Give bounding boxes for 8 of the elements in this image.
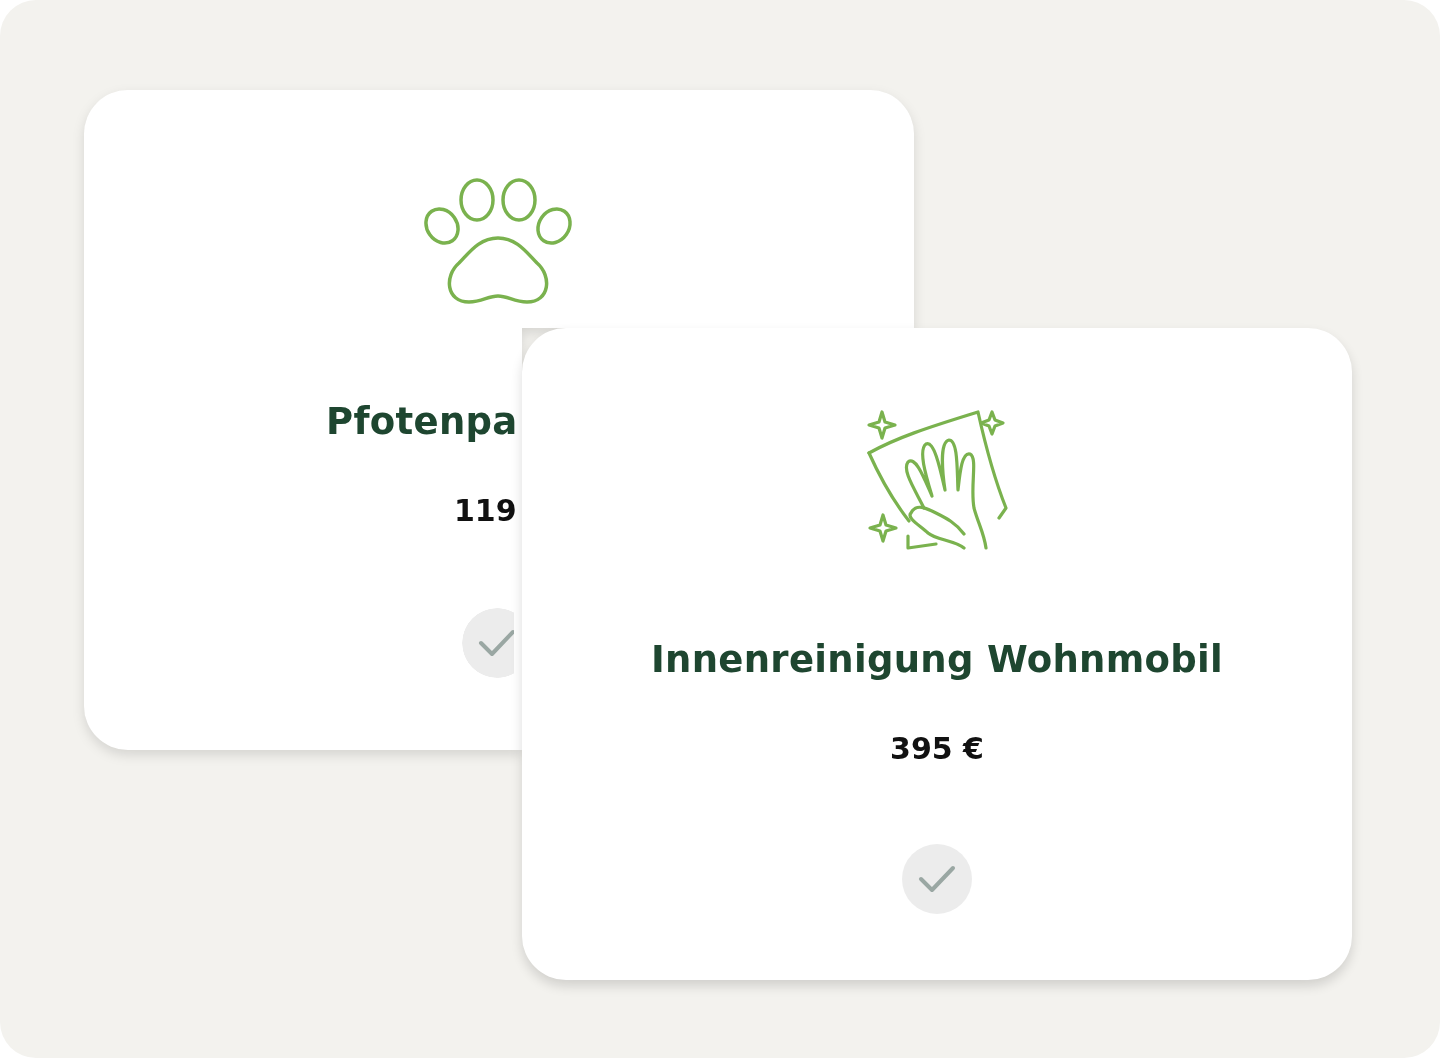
cleaning-hand-icon xyxy=(866,408,1008,550)
service-price: 395 € xyxy=(890,731,984,766)
service-title: Innenreinigung Wohnmobil xyxy=(650,638,1224,681)
paw-icon xyxy=(424,178,574,306)
service-card[interactable]: Innenreinigung Wohnmobil 395 € xyxy=(522,328,1352,980)
service-title: Pfotenpa xyxy=(326,400,518,443)
service-price: 119 xyxy=(454,493,517,528)
select-button[interactable] xyxy=(462,608,514,678)
